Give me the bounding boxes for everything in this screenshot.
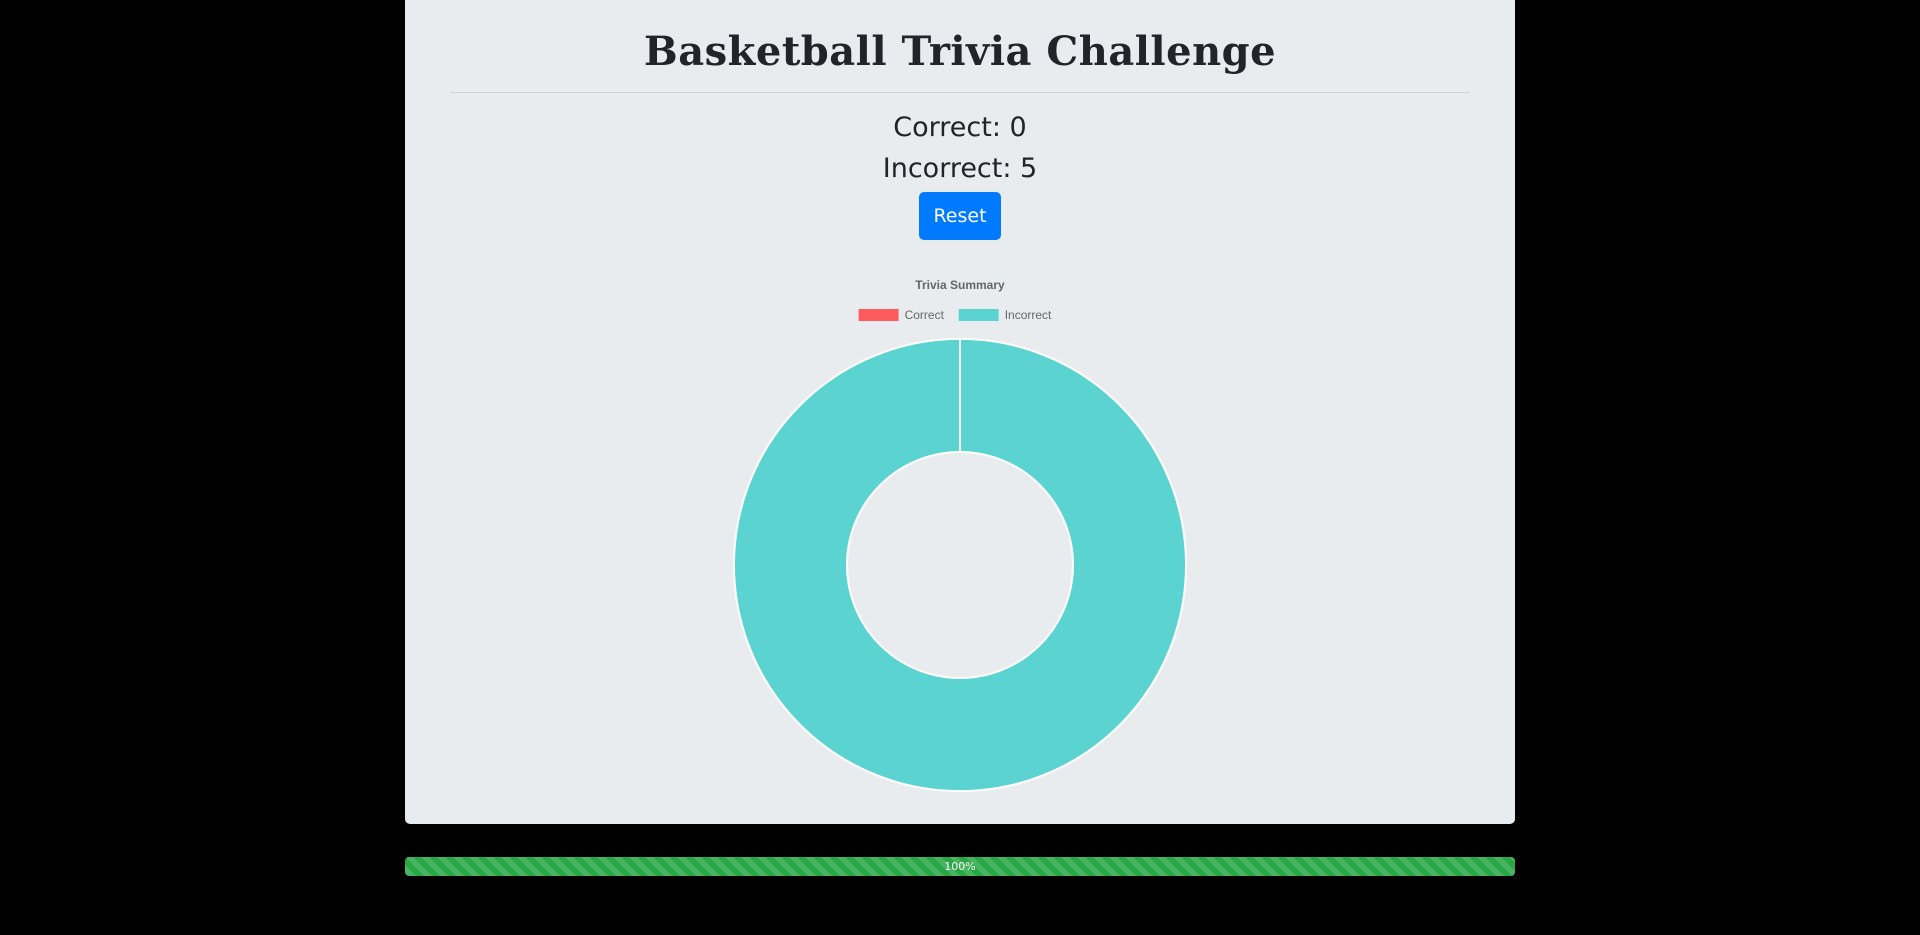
chart-title: Trivia Summary bbox=[915, 278, 1005, 292]
legend-swatch bbox=[958, 309, 999, 321]
correct-count: Correct: 0 bbox=[893, 112, 1027, 143]
incorrect-count: Incorrect: 5 bbox=[882, 153, 1038, 184]
page-title: Basketball Trivia Challenge bbox=[643, 28, 1277, 75]
progress-bar: 100% bbox=[405, 857, 1515, 876]
doughnut-chart-svg: Trivia Summary Correct Incorrect bbox=[732, 278, 1188, 792]
divider bbox=[450, 92, 1470, 93]
trivia-card: Basketball Trivia Challenge Correct: 0 I… bbox=[405, 0, 1515, 824]
legend-swatch bbox=[858, 309, 899, 321]
legend-label: Incorrect bbox=[1005, 308, 1052, 322]
reset-button[interactable]: Reset bbox=[919, 192, 1001, 240]
trivia-summary-chart: Trivia Summary Correct Incorrect bbox=[405, 270, 1515, 800]
progress-track: 100% bbox=[405, 857, 1515, 876]
legend-item-incorrect[interactable]: Incorrect bbox=[958, 308, 1052, 322]
legend-label: Correct bbox=[905, 308, 945, 322]
legend-item-correct[interactable]: Correct bbox=[858, 308, 945, 322]
progress-label: 100% bbox=[944, 860, 976, 873]
